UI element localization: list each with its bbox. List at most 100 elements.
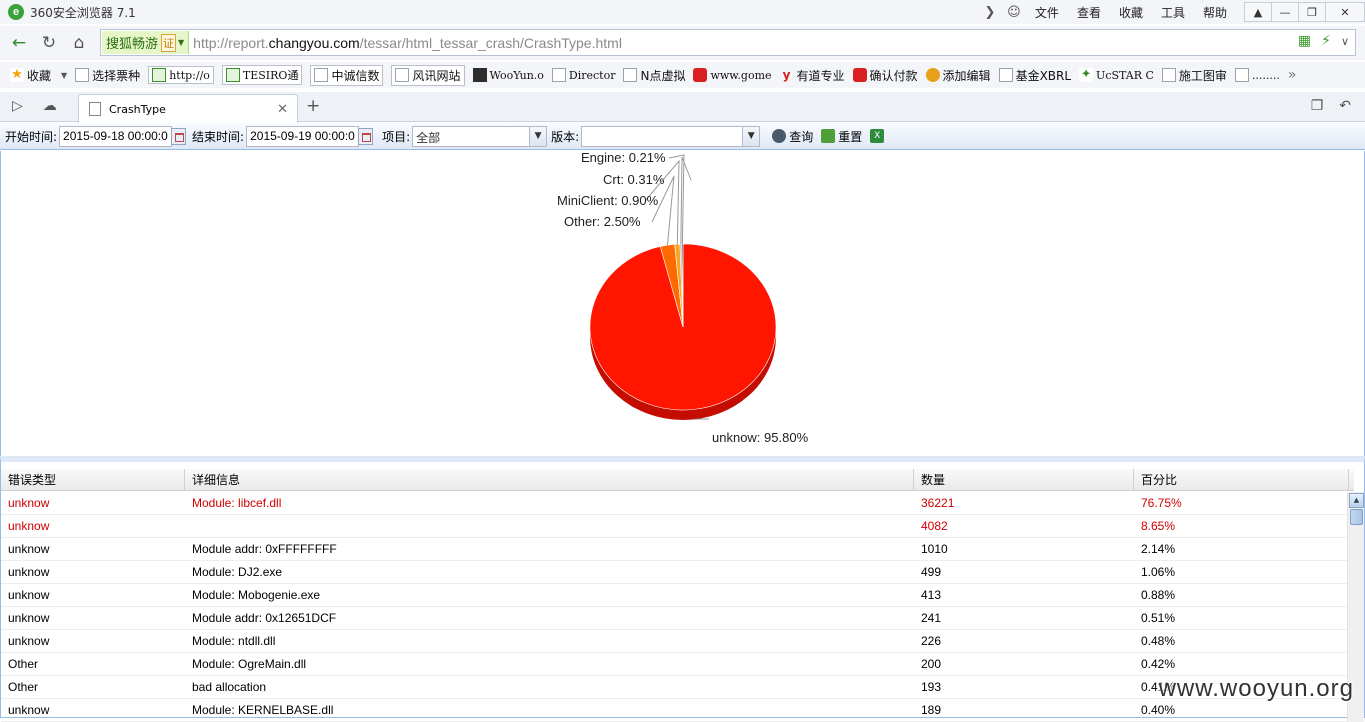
table-row[interactable]: unknowModule: ntdll.dll2260.48% [1,630,1349,653]
export-excel-button[interactable]: X [870,129,887,143]
table-row[interactable]: unknowModule: libcef.dll3622176.75% [1,492,1349,515]
scroll-up-icon[interactable]: ▲ [1349,493,1364,508]
bookmark-item[interactable]: TESIRO通 [222,65,303,85]
project-select[interactable]: 全部 ▼ [412,126,547,147]
bookmark-item[interactable]: www.gome [693,68,771,82]
app-title: 360安全浏览器 7.1 [30,4,136,21]
column-header-detail[interactable]: 详细信息 [185,469,914,491]
url-text[interactable]: http://report.changyou.com/tessar/html_t… [193,35,622,51]
cell-count: 413 [914,584,1134,606]
column-header-count[interactable]: 数量 [914,469,1134,491]
chevron-down-icon[interactable]: ▼ [530,126,547,147]
site-identity-badge[interactable]: 搜狐畅游 证 ▼ [102,31,189,54]
dropdown-icon[interactable]: ∨ [1341,35,1349,48]
bookmark-item[interactable]: 风讯网站 [391,65,464,86]
reset-button[interactable]: 重置 [821,128,862,145]
minimize-icon: — [1280,6,1291,19]
chevron-down-icon[interactable]: ▼ [743,126,760,147]
version-label: 版本: [551,128,579,145]
shirt-icon: ▲ [1254,6,1262,19]
bookmark-item[interactable]: 施工图审 [1162,67,1227,84]
bookmark-item[interactable]: http://o [148,66,214,84]
bookmark-item[interactable]: ✦UcSTAR C [1079,68,1154,82]
table-row[interactable]: unknowModule addr: 0xFFFFFFFF10102.14% [1,538,1349,561]
reset-icon [821,129,835,143]
bookmarks-bar: ★收藏▼ 选择票种 http://o TESIRO通 中诚信数 风讯网站 Woo… [0,62,1365,88]
bookmark-label: UcSTAR C [1096,69,1154,82]
youdao-icon: y [780,68,794,82]
menu-help[interactable]: 帮助 [1203,4,1227,21]
wooyun-icon [473,68,487,82]
cloud-icon[interactable]: ☁ [43,98,57,114]
undo-close-icon[interactable]: ↶ [1339,98,1351,114]
chevron-down-icon: ▼ [178,38,184,47]
back-button[interactable]: ← [6,30,32,56]
gear-icon [226,68,240,82]
table-row[interactable]: unknow40828.65% [1,515,1349,538]
bookmark-item[interactable]: 确认付款 [853,67,918,84]
skin-button[interactable]: ▲ [1244,2,1272,22]
table-row[interactable]: unknowModule addr: 0x12651DCF2410.51% [1,607,1349,630]
sidebar-toggle-icon[interactable]: ▷ [12,98,23,114]
bookmark-item[interactable]: y有道专业 [780,67,845,84]
end-date-picker-icon[interactable] [358,128,373,145]
pie-label-unknow: unknow: 95.80% [712,430,809,445]
cell-detail: Module: Mobogenie.exe [185,584,914,606]
bookmark-favorites[interactable]: ★收藏▼ [10,67,67,84]
close-tab-icon[interactable]: ✕ [277,102,288,117]
pie-label-engine: Engine: 0.21% [581,151,666,165]
table-row[interactable]: unknowModule: KERNELBASE.dll1890.40% [1,699,1349,722]
menu-view[interactable]: 查看 [1077,4,1101,21]
bookmark-item[interactable]: WooYun.o [473,68,544,82]
more-bookmarks-icon[interactable]: » [1288,67,1297,83]
column-header-error-type[interactable]: 错误类型 [1,469,185,491]
tab-bar-right-icons: ❐ ↶ [1311,98,1351,114]
minimize-button[interactable]: — [1271,2,1299,22]
tab-list-icon[interactable]: ❐ [1311,98,1324,114]
excel-icon: X [870,129,884,143]
query-button[interactable]: 查询 [772,128,813,145]
new-tab-button[interactable]: + [306,96,320,116]
bookmark-item[interactable]: ........ [1235,68,1280,82]
table-row[interactable]: unknowModule: Mobogenie.exe4130.88% [1,584,1349,607]
cell-count: 193 [914,676,1134,698]
cell-count: 226 [914,630,1134,652]
page-icon [75,68,89,82]
title-bar-right: ❯ ☺ 文件 查看 收藏 工具 帮助 ▲ — ❐ ✕ [978,0,1365,24]
pie-label-crt: Crt: 0.31% [603,172,665,187]
menu-favorites[interactable]: 收藏 [1119,4,1143,21]
bookmark-item[interactable]: 中诚信数 [310,65,383,86]
menu-file[interactable]: 文件 [1035,4,1059,21]
bookmark-item[interactable]: Director [552,68,616,82]
version-select[interactable]: ▼ [581,126,760,147]
table-row[interactable]: Otherbad allocation1930.41% [1,676,1349,699]
grid-body: unknowModule: libcef.dll3622176.75%unkno… [1,492,1349,722]
column-header-percent[interactable]: 百分比 [1134,469,1349,491]
lightning-icon[interactable]: ⚡ [1321,33,1331,49]
scrollbar-thumb[interactable] [1350,509,1363,525]
bookmark-item[interactable]: 添加编辑 [926,67,991,84]
home-button[interactable]: ⌂ [66,30,92,56]
bookmark-item[interactable]: 基金XBRL [999,67,1071,84]
page-icon [1162,68,1176,82]
maximize-button[interactable]: ❐ [1298,2,1326,22]
start-time-input[interactable]: 2015-09-18 00:00:0 [59,126,172,147]
grid-panel: 错误类型 详细信息 数量 百分比 unknowModule: libcef.dl… [0,456,1365,718]
qr-code-icon[interactable]: ▦ [1298,33,1311,49]
address-bar[interactable]: 搜狐畅游 证 ▼ http://report.changyou.com/tess… [100,29,1356,56]
reload-button[interactable]: ↻ [36,30,62,56]
chevron-right-icon[interactable]: ❯ [982,5,998,20]
menu-tools[interactable]: 工具 [1161,4,1185,21]
start-time-label: 开始时间: [5,128,57,145]
start-date-picker-icon[interactable] [171,128,186,145]
user-icon[interactable]: ☺ [1006,5,1022,20]
page-icon [1235,68,1249,82]
table-row[interactable]: OtherModule: OgreMain.dll2000.42% [1,653,1349,676]
chart-panel: Engine: 0.21%Crt: 0.31%MiniClient: 0.90%… [0,151,1365,456]
end-time-input[interactable]: 2015-09-19 00:00:0 [246,126,359,147]
tab-crashtype[interactable]: CrashType ✕ [78,94,298,123]
close-window-button[interactable]: ✕ [1325,2,1365,22]
bookmark-item[interactable]: N点虚拟 [623,67,685,84]
table-row[interactable]: unknowModule: DJ2.exe4991.06% [1,561,1349,584]
bookmark-item[interactable]: 选择票种 [75,67,140,84]
